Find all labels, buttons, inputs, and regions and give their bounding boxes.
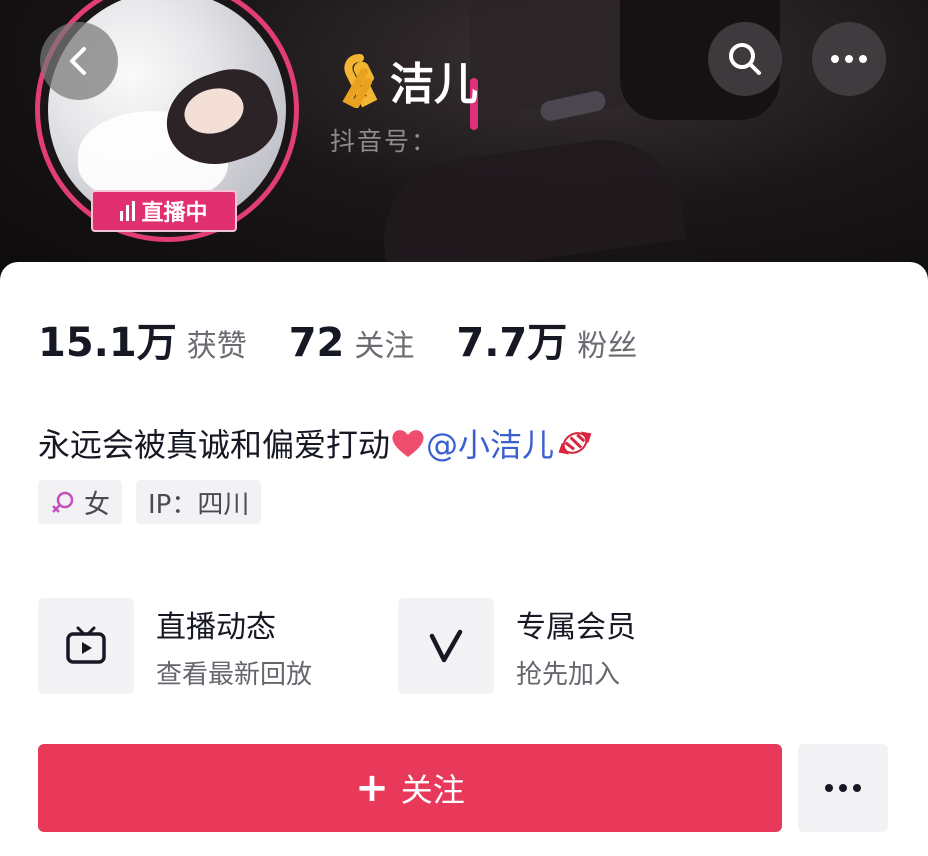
tags-row: 女 IP：四川 — [38, 480, 262, 524]
feature-subtitle: 查看最新回放 — [156, 659, 313, 690]
stat-value: 15.1万 — [38, 320, 177, 366]
stats-row: 15.1万 获赞 72 关注 7.7万 粉丝 — [38, 310, 679, 368]
gender-label: 女 — [84, 489, 111, 520]
stat-label: 粉丝 — [577, 329, 638, 364]
gender-tag: 女 — [38, 480, 123, 524]
stat-value: 7.7万 — [456, 320, 568, 366]
live-badge[interactable]: 直播中 — [91, 190, 237, 232]
live-badge-label: 直播中 — [141, 201, 208, 226]
bio-mention[interactable]: @小洁儿 — [426, 420, 554, 466]
stat-following[interactable]: 72 关注 — [289, 320, 415, 366]
profile-name-text: 洁儿 — [390, 59, 478, 110]
stat-likes[interactable]: 15.1万 获赞 — [38, 310, 247, 368]
ribbon-icon — [342, 54, 378, 108]
plus-icon: + — [355, 765, 389, 811]
tv-icon — [66, 626, 106, 664]
follow-button[interactable]: + 关注 — [38, 744, 782, 832]
back-button[interactable] — [40, 22, 118, 100]
feature-icon-box — [398, 598, 494, 694]
v-icon — [429, 629, 463, 663]
douyin-id[interactable]: 抖音号： — [330, 122, 438, 158]
more-actions-button[interactable] — [798, 744, 888, 832]
live-moments-entry[interactable]: 直播动态 查看最新回放 — [38, 598, 312, 694]
ip-tag: IP：四川 — [136, 480, 262, 524]
female-icon — [52, 491, 74, 513]
feature-title: 专属会员 — [516, 609, 636, 645]
feature-title: 直播动态 — [156, 609, 276, 645]
heart-icon — [392, 430, 424, 457]
ip-label: IP：四川 — [148, 489, 250, 520]
more-icon — [825, 784, 861, 792]
search-button[interactable] — [708, 22, 782, 96]
live-bars-icon — [120, 201, 136, 221]
feature-subtitle: 抢先加入 — [516, 659, 621, 690]
bio-text: 永远会被真诚和偏爱打动 — [38, 426, 391, 464]
more-icon — [831, 55, 867, 63]
candy-icon — [558, 431, 592, 455]
stat-label: 关注 — [354, 329, 415, 364]
stat-value: 72 — [288, 320, 345, 366]
stat-label: 获赞 — [186, 329, 247, 364]
back-icon — [70, 47, 86, 75]
exclusive-member-entry[interactable]: 专属会员 抢先加入 — [398, 598, 636, 694]
stat-followers[interactable]: 7.7万 粉丝 — [456, 310, 637, 368]
follow-label: 关注 — [400, 771, 465, 809]
profile-name: 洁儿 — [334, 48, 478, 112]
more-options-button[interactable] — [812, 22, 886, 96]
bio: 永远会被真诚和偏爱打动 @小洁儿 — [38, 420, 596, 466]
feature-icon-box — [38, 598, 134, 694]
search-icon — [729, 43, 761, 75]
